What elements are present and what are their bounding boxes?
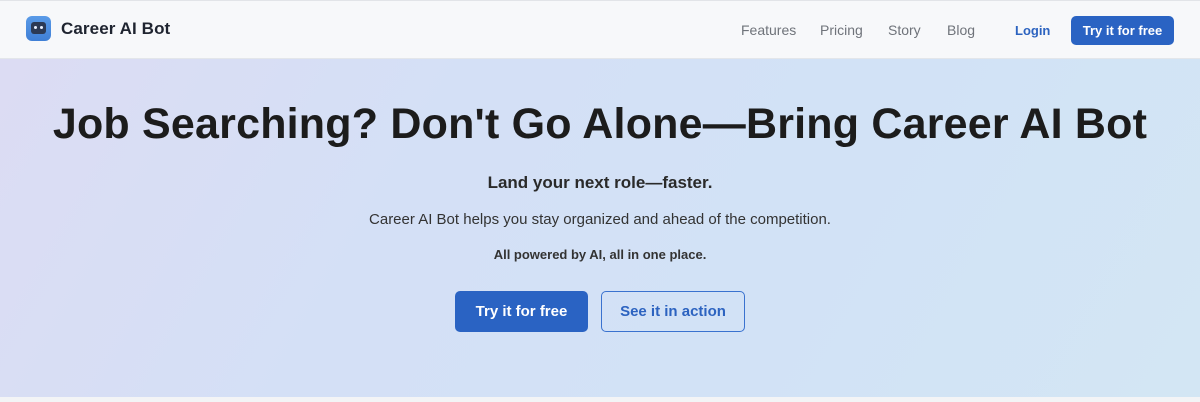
section-divider: [0, 397, 1200, 402]
robot-face-icon: [26, 16, 51, 41]
login-link[interactable]: Login: [1015, 23, 1050, 38]
hero-tagline: All powered by AI, all in one place.: [493, 247, 707, 262]
hero-description: Career AI Bot helps you stay organized a…: [369, 211, 831, 228]
hero-subtitle: Land your next role—faster.: [487, 173, 713, 192]
landing-page: Career AI Bot Features Pricing Story Blo…: [0, 0, 1200, 402]
see-in-action-button[interactable]: See it in action: [601, 291, 745, 332]
brand[interactable]: Career AI Bot: [26, 16, 170, 41]
logo-face: [31, 22, 46, 34]
logo-eye-left: [34, 26, 37, 29]
nav-link-pricing[interactable]: Pricing: [820, 22, 863, 38]
try-free-button[interactable]: Try it for free: [455, 291, 588, 332]
logo-eye-right: [40, 26, 43, 29]
nav-link-story[interactable]: Story: [888, 22, 921, 38]
hero-section: Job Searching? Don't Go Alone—Bring Care…: [0, 59, 1200, 397]
hero-title: Job Searching? Don't Go Alone—Bring Care…: [52, 100, 1148, 148]
brand-name: Career AI Bot: [61, 18, 171, 38]
top-nav-bar: Career AI Bot Features Pricing Story Blo…: [0, 0, 1200, 59]
header-try-free-button[interactable]: Try it for free: [1071, 16, 1174, 45]
nav-link-features[interactable]: Features: [741, 22, 796, 38]
nav-link-blog[interactable]: Blog: [947, 22, 975, 38]
